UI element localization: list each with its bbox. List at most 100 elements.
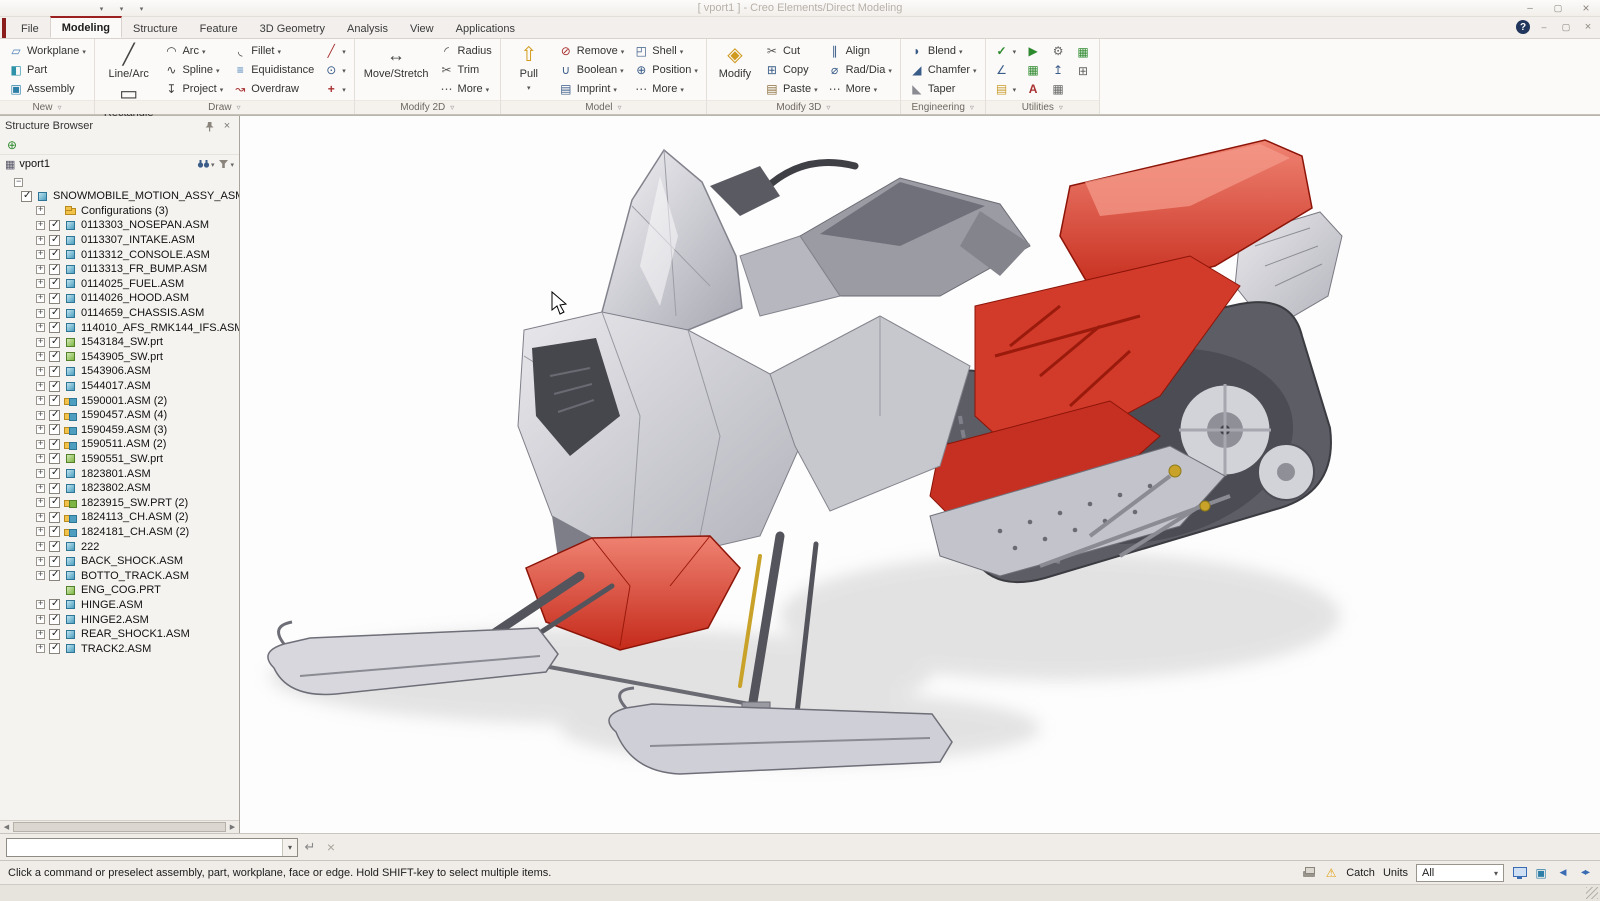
tree-root-node[interactable] bbox=[0, 176, 239, 189]
ribbon-button-more[interactable]: More bbox=[824, 79, 895, 98]
tree-item[interactable]: 0113313_FR_BUMP.ASM bbox=[0, 262, 239, 277]
tree-item[interactable]: 1590459.ASM (3) bbox=[0, 423, 239, 438]
expand-icon[interactable] bbox=[36, 279, 45, 288]
checkbox[interactable] bbox=[49, 526, 60, 537]
ribbon-button-more[interactable]: More bbox=[436, 79, 495, 98]
tree-item[interactable]: HINGE2.ASM bbox=[0, 612, 239, 627]
viewport-tool-button[interactable] bbox=[771, 838, 793, 857]
expand-icon[interactable] bbox=[36, 630, 45, 639]
quick-access-button[interactable] bbox=[44, 1, 63, 16]
expand-icon[interactable] bbox=[36, 425, 45, 434]
command-input[interactable] bbox=[7, 839, 282, 856]
ribbon-button-part[interactable]: Part bbox=[5, 61, 89, 80]
ribbon-button-table[interactable] bbox=[1022, 61, 1044, 80]
ribbon-button-imprint[interactable]: Imprint bbox=[555, 79, 627, 98]
tree-item[interactable]: 1544017.ASM bbox=[0, 379, 239, 394]
ribbon-tab[interactable]: File bbox=[10, 19, 50, 38]
group-dialog-launcher-icon[interactable] bbox=[57, 102, 61, 113]
expand-icon[interactable] bbox=[36, 236, 45, 245]
expand-icon[interactable] bbox=[36, 644, 45, 653]
ribbon-button-chamfer[interactable]: Chamfer bbox=[906, 61, 980, 80]
group-dialog-launcher-icon[interactable] bbox=[450, 102, 454, 113]
checkbox[interactable] bbox=[49, 366, 60, 377]
checkbox[interactable] bbox=[49, 483, 60, 494]
ribbon-button-grid[interactable] bbox=[1047, 79, 1069, 98]
expand-icon[interactable] bbox=[36, 527, 45, 536]
units-toggle[interactable]: Units bbox=[1383, 867, 1408, 879]
checkbox[interactable] bbox=[49, 439, 60, 450]
checkbox[interactable] bbox=[21, 191, 32, 202]
tree-item[interactable]: REAR_SHOCK1.ASM bbox=[0, 627, 239, 642]
tree-item[interactable]: 0114659_CHASSIS.ASM bbox=[0, 306, 239, 321]
checkbox[interactable] bbox=[49, 424, 60, 435]
tree-item[interactable]: 1543184_SW.prt bbox=[0, 335, 239, 350]
tree-item[interactable]: 1590551_SW.prt bbox=[0, 452, 239, 467]
command-abort-icon[interactable] bbox=[322, 838, 340, 856]
tree-item[interactable]: 1824113_CH.ASM (2) bbox=[0, 510, 239, 525]
ribbon-button-circledot[interactable] bbox=[320, 61, 349, 80]
display-icon[interactable] bbox=[1512, 866, 1526, 880]
tree-item[interactable]: HINGE.ASM bbox=[0, 598, 239, 613]
filter-button[interactable] bbox=[218, 158, 234, 170]
search-button[interactable] bbox=[197, 158, 215, 170]
group-dialog-launcher-icon[interactable] bbox=[826, 102, 830, 113]
ribbon-button-boolean[interactable]: Boolean bbox=[555, 61, 627, 80]
checkbox[interactable] bbox=[49, 264, 60, 275]
command-enter-icon[interactable] bbox=[301, 838, 319, 856]
group-dialog-launcher-icon[interactable] bbox=[970, 102, 974, 113]
collapse-icon[interactable] bbox=[14, 178, 23, 187]
expand-icon[interactable] bbox=[36, 367, 45, 376]
ribbon-button-assembly[interactable]: Assembly bbox=[5, 79, 89, 98]
quick-access-button[interactable] bbox=[84, 1, 103, 16]
ribbon-button-fillet[interactable]: Fillet bbox=[229, 42, 317, 61]
tree-item[interactable]: ENG_COG.PRT bbox=[0, 583, 239, 598]
tree-item[interactable]: 0113307_INTAKE.ASM bbox=[0, 233, 239, 248]
tree-item[interactable]: 0113303_NOSEPAN.ASM bbox=[0, 218, 239, 233]
expand-icon[interactable] bbox=[36, 294, 45, 303]
ribbon-button-calc[interactable] bbox=[1072, 61, 1094, 80]
checkbox[interactable] bbox=[49, 395, 60, 406]
3d-viewport[interactable] bbox=[240, 116, 1600, 833]
expand-icon[interactable] bbox=[36, 338, 45, 347]
ribbon-button-plus[interactable] bbox=[320, 79, 349, 98]
ribbon-button-line-arc[interactable]: Line/Arc bbox=[100, 41, 158, 80]
viewport-tool-button[interactable] bbox=[744, 838, 766, 857]
expand-icon[interactable] bbox=[36, 309, 45, 318]
ribbon-button-blend[interactable]: Blend bbox=[906, 42, 980, 61]
speaker-icon[interactable] bbox=[1556, 866, 1570, 880]
expand-icon[interactable] bbox=[36, 571, 45, 580]
ribbon-tab[interactable]: Applications bbox=[445, 19, 526, 38]
checkbox[interactable] bbox=[49, 614, 60, 625]
expand-icon[interactable] bbox=[36, 382, 45, 391]
ribbon-button-copy[interactable]: Copy bbox=[761, 61, 821, 80]
ribbon-button-shell[interactable]: Shell bbox=[630, 42, 701, 61]
tree-item[interactable]: 1590001.ASM (2) bbox=[0, 393, 239, 408]
scrollbar-thumb[interactable] bbox=[13, 822, 226, 832]
ribbon-button-line2[interactable] bbox=[320, 42, 349, 61]
tree-item[interactable]: 1823801.ASM bbox=[0, 466, 239, 481]
quick-access-button[interactable] bbox=[124, 1, 143, 16]
checkbox[interactable] bbox=[49, 381, 60, 392]
catch-toggle[interactable]: Catch bbox=[1346, 867, 1375, 879]
document-minimize-button[interactable] bbox=[1536, 20, 1552, 34]
ribbon-button-project[interactable]: Project bbox=[160, 79, 226, 98]
ribbon-button-note[interactable] bbox=[991, 79, 1020, 98]
ribbon-button-trim[interactable]: Trim bbox=[436, 61, 495, 80]
checkbox[interactable] bbox=[49, 249, 60, 260]
ribbon-button-play[interactable] bbox=[1022, 42, 1044, 61]
warning-icon[interactable] bbox=[1324, 866, 1338, 880]
ribbon-button-spline[interactable]: Spline bbox=[160, 61, 226, 80]
ribbon-button-remove[interactable]: Remove bbox=[555, 42, 627, 61]
tree-item[interactable]: 0113312_CONSOLE.ASM bbox=[0, 247, 239, 262]
printer-icon[interactable] bbox=[1302, 866, 1316, 880]
tree-item[interactable]: 114010_AFS_RMK144_IFS.ASM bbox=[0, 320, 239, 335]
group-dialog-launcher-icon[interactable] bbox=[236, 102, 240, 113]
quick-access-button[interactable] bbox=[24, 1, 43, 16]
expand-icon[interactable] bbox=[36, 600, 45, 609]
checkbox[interactable] bbox=[49, 599, 60, 610]
ribbon-button-equidistance[interactable]: Equidistance bbox=[229, 61, 317, 80]
ribbon-button-arc[interactable]: Arc bbox=[160, 42, 226, 61]
expand-icon[interactable] bbox=[36, 396, 45, 405]
viewport-name[interactable]: vport1 bbox=[19, 158, 193, 170]
expand-icon[interactable] bbox=[36, 542, 45, 551]
